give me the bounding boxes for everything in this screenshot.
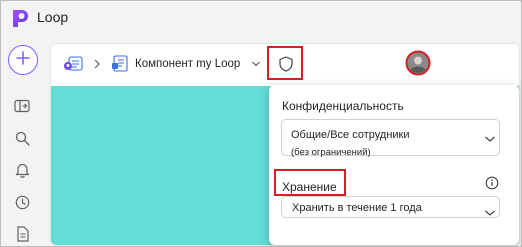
sensitivity-value: Общие/Все сотрудники xyxy=(291,129,410,141)
chevron-right-icon xyxy=(93,58,101,70)
new-button[interactable] xyxy=(8,45,38,75)
sensitivity-label: Конфиденциальность xyxy=(282,99,404,113)
chevron-down-icon[interactable] xyxy=(251,59,261,69)
document-icon[interactable] xyxy=(13,225,31,243)
loop-logo-icon xyxy=(9,7,31,29)
title-bar: Loop xyxy=(1,1,521,37)
breadcrumb-component-name[interactable]: Компонент my Loop xyxy=(135,58,240,70)
clock-icon[interactable] xyxy=(13,193,31,211)
left-rail xyxy=(1,37,43,246)
chevron-down-icon xyxy=(484,204,496,216)
sensitivity-dropdown[interactable]: Общие/Все сотрудники (без ограничений) xyxy=(281,119,500,158)
sidebar-panel-icon[interactable] xyxy=(13,97,31,115)
search-icon[interactable] xyxy=(13,129,31,147)
loop-workspace-icon[interactable] xyxy=(63,56,83,72)
bell-icon[interactable] xyxy=(13,161,31,179)
chevron-down-icon xyxy=(484,130,496,142)
sensitivity-popup: Конфиденциальность Общие/Все сотрудники … xyxy=(269,85,519,245)
app-title: Loop xyxy=(37,9,69,25)
avatar[interactable] xyxy=(405,50,431,76)
plus-icon xyxy=(16,50,30,70)
top-toolbar: Компонент my Loop xyxy=(51,44,519,84)
loop-window: Loop Компонент my Loop Конфиденциальност… xyxy=(0,0,522,247)
sensitivity-subvalue: (без ограничений) xyxy=(291,147,371,158)
shield-highlight xyxy=(267,46,303,80)
retention-highlight xyxy=(274,169,346,196)
info-icon[interactable] xyxy=(485,176,499,190)
retention-value: Хранить в течение 1 года xyxy=(292,202,422,214)
retention-dropdown[interactable]: Хранить в течение 1 года xyxy=(281,196,500,218)
loop-component-icon[interactable] xyxy=(111,55,129,73)
